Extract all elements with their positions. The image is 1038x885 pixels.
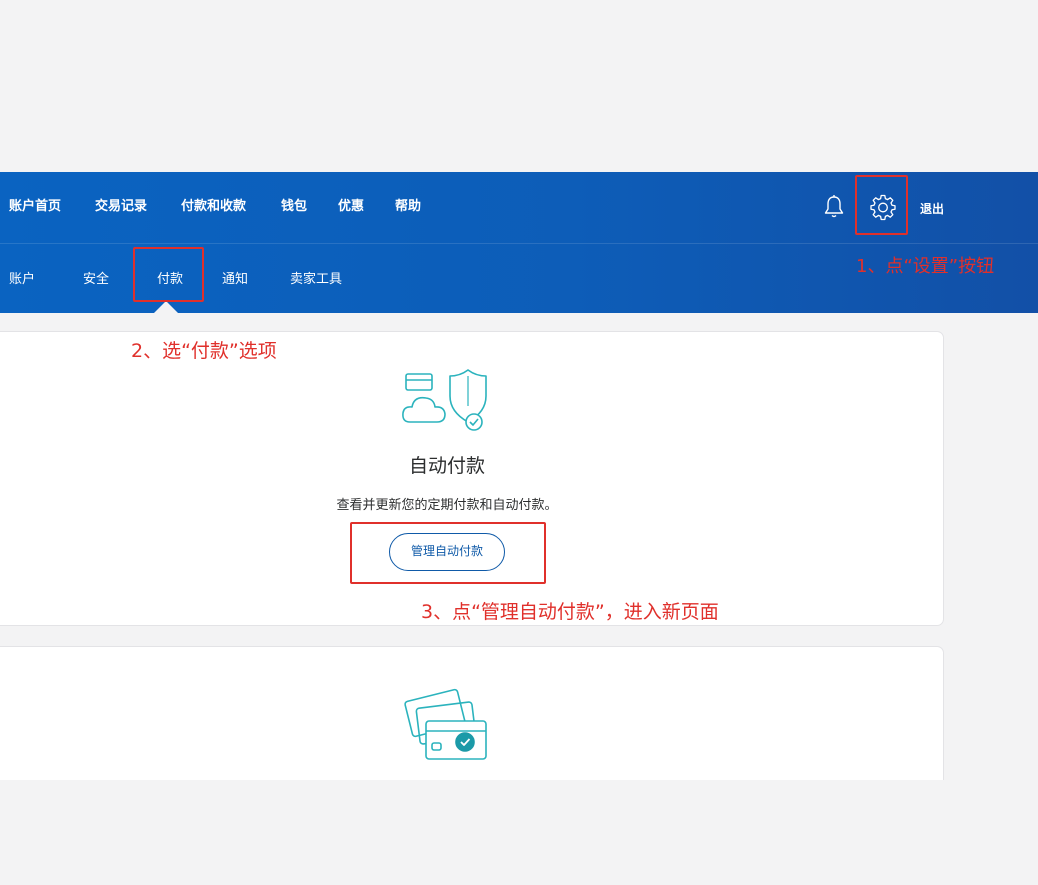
- page-background-bottom: [0, 780, 1038, 885]
- gear-icon[interactable]: [869, 193, 897, 221]
- annotation-step1: 1、点“设置”按钮: [856, 256, 995, 277]
- manage-auto-pay-button[interactable]: 管理自动付款: [389, 533, 505, 571]
- tab-security[interactable]: 安全: [83, 272, 109, 288]
- annotation-step2: 2、选“付款”选项: [131, 340, 277, 362]
- tab-account[interactable]: 账户: [9, 272, 35, 288]
- logout-link[interactable]: 退出: [920, 201, 944, 217]
- selected-tab-indicator: [154, 301, 178, 313]
- auto-pay-description: 查看并更新您的定期付款和自动付款。: [336, 498, 558, 513]
- nav-help[interactable]: 帮助: [395, 199, 421, 215]
- tab-payments[interactable]: 付款: [157, 272, 183, 288]
- bell-icon[interactable]: [822, 194, 846, 220]
- nav-account-home[interactable]: 账户首页: [9, 199, 61, 215]
- auto-pay-title: 自动付款: [408, 455, 485, 477]
- annotation-step3: 3、点“管理自动付款”，进入新页面: [421, 601, 719, 623]
- cloud-shield-icon: [400, 366, 496, 432]
- nav-wallet[interactable]: 钱包: [281, 199, 307, 215]
- tab-notifications[interactable]: 通知: [222, 272, 248, 288]
- nav-transactions[interactable]: 交易记录: [95, 199, 147, 215]
- tab-seller-tools[interactable]: 卖家工具: [290, 272, 342, 288]
- credit-cards-icon: [404, 681, 494, 765]
- nav-send-receive[interactable]: 付款和收款: [181, 199, 246, 215]
- nav-offers[interactable]: 优惠: [338, 199, 364, 215]
- header-divider: [0, 243, 1038, 244]
